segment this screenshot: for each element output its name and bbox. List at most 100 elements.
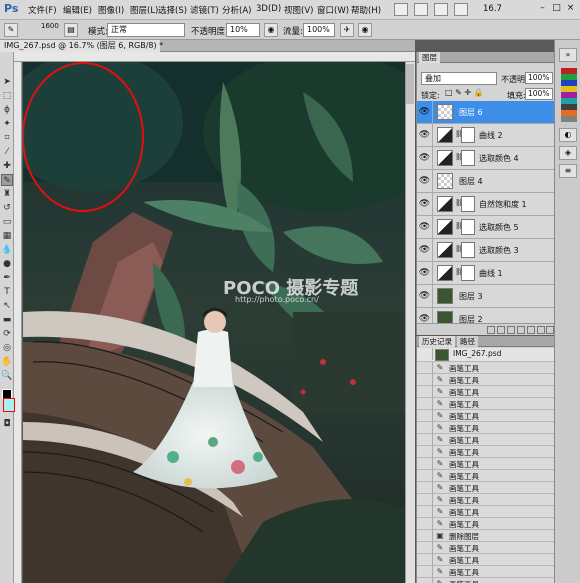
menu-layer[interactable]: 图层(L)	[130, 4, 158, 16]
history-brush-source[interactable]	[417, 554, 433, 566]
visibility-eye-icon[interactable]: 👁	[417, 308, 433, 323]
healing-tool-icon[interactable]: ✚	[1, 160, 13, 172]
quick-mask-icon[interactable]: ◘	[1, 418, 13, 430]
menu-select[interactable]: 选择(S)	[158, 4, 187, 16]
layer-mask-thumbnail[interactable]	[461, 196, 475, 212]
history-item[interactable]: ✎ 画笔工具	[417, 446, 555, 458]
visibility-eye-icon[interactable]: 👁	[417, 239, 433, 262]
tab-history[interactable]: 历史记录	[419, 336, 455, 347]
history-brush-source[interactable]	[417, 542, 433, 554]
history-brush-source[interactable]	[417, 434, 433, 446]
bridge-icon[interactable]	[394, 3, 408, 16]
visibility-eye-icon[interactable]: 👁	[417, 216, 433, 239]
layer-mask-thumbnail[interactable]	[461, 242, 475, 258]
minibridge-icon[interactable]	[414, 3, 428, 16]
layer-row[interactable]: 👁 图层 3	[417, 285, 555, 308]
history-brush-source[interactable]	[417, 398, 433, 410]
crop-tool-icon[interactable]: ⌗	[1, 132, 13, 144]
move-tool-icon[interactable]: ➤	[1, 76, 13, 88]
history-item[interactable]: ▣ 删除图层	[417, 530, 555, 542]
lock-icons[interactable]: □ ✎ ✛ 🔒	[445, 88, 484, 97]
path-select-tool-icon[interactable]: ↖	[1, 300, 13, 312]
type-tool-icon[interactable]: T	[1, 286, 13, 298]
history-snapshot[interactable]: IMG_267.psd	[417, 348, 555, 362]
layer-mask-thumbnail[interactable]	[461, 127, 475, 143]
zoom-level[interactable]: 16.7	[483, 4, 502, 14]
menu-file[interactable]: 文件(F)	[28, 4, 57, 16]
history-brush-source[interactable]	[417, 374, 433, 386]
restore-icon[interactable]: □	[550, 2, 563, 15]
layer-row[interactable]: 👁 ⛓ 自然饱和度 1	[417, 193, 555, 216]
history-item[interactable]: ✎ 画笔工具	[417, 374, 555, 386]
new-layer-icon[interactable]	[537, 326, 545, 334]
menu-analysis[interactable]: 分析(A)	[222, 4, 251, 16]
scrollbar-thumb[interactable]	[406, 64, 414, 104]
layer-opacity-field[interactable]: 100%	[525, 72, 553, 84]
history-brush-source[interactable]	[417, 446, 433, 458]
visibility-eye-icon[interactable]: 👁	[417, 147, 433, 170]
clone-stamp-tool-icon[interactable]: ♜	[1, 188, 13, 200]
swatches-icon[interactable]	[561, 68, 577, 122]
fill-field[interactable]: 100%	[525, 88, 553, 100]
minimize-icon[interactable]: –	[536, 2, 549, 15]
history-brush-source[interactable]	[417, 506, 433, 518]
history-brush-source[interactable]	[417, 348, 433, 360]
visibility-eye-icon[interactable]: 👁	[417, 193, 433, 216]
history-brush-source[interactable]	[417, 482, 433, 494]
history-brush-source[interactable]	[417, 362, 433, 374]
pen-tool-icon[interactable]: ✒	[1, 272, 13, 284]
document-tab[interactable]: IMG_267.psd @ 16.7% (图层 6, RGB/8) *	[0, 40, 163, 52]
flow-field[interactable]: 100%	[303, 23, 335, 37]
menu-3d[interactable]: 3D(D)	[256, 4, 281, 14]
pressure-opacity-icon[interactable]: ◉	[264, 23, 278, 37]
3d-rotate-tool-icon[interactable]: ⟳	[1, 328, 13, 340]
quick-select-tool-icon[interactable]: ✦	[1, 118, 13, 130]
channels-icon[interactable]: ≡	[559, 164, 577, 178]
adjustments-icon[interactable]: ◐	[559, 128, 577, 142]
layer-row[interactable]: 👁 图层 4	[417, 170, 555, 193]
brush-panel-icon[interactable]: ▤	[64, 23, 78, 37]
layer-row[interactable]: 👁 ⛓ 曲线 2	[417, 124, 555, 147]
history-brush-source[interactable]	[417, 458, 433, 470]
history-item[interactable]: ✎ 画笔工具	[417, 422, 555, 434]
dodge-tool-icon[interactable]: ●	[1, 258, 13, 270]
layer-mask-thumbnail[interactable]	[461, 150, 475, 166]
layer-row[interactable]: 👁 ⛓ 选取颜色 4	[417, 147, 555, 170]
new-group-icon[interactable]	[527, 326, 535, 334]
visibility-eye-icon[interactable]: 👁	[417, 285, 433, 308]
history-item[interactable]: ✎ 画笔工具	[417, 470, 555, 482]
link-layers-icon[interactable]	[487, 326, 495, 334]
history-item[interactable]: ✎ 画笔工具	[417, 362, 555, 374]
history-item[interactable]: ✎ 画笔工具	[417, 410, 555, 422]
marquee-tool-icon[interactable]: ⬚	[1, 90, 13, 102]
delete-layer-icon[interactable]	[546, 326, 554, 334]
collapse-dock-icon[interactable]: »	[559, 48, 577, 62]
vertical-scrollbar[interactable]	[405, 62, 415, 583]
menu-edit[interactable]: 编辑(E)	[63, 4, 92, 16]
background-color-swatch[interactable]	[3, 398, 15, 412]
gradient-tool-icon[interactable]: ▦	[1, 230, 13, 242]
document-canvas[interactable]: POCO 摄影专题 http://photo.poco.cn/	[23, 62, 415, 583]
pressure-size-icon[interactable]: ◉	[358, 23, 372, 37]
brush-tool-icon[interactable]: ✎	[4, 23, 18, 37]
visibility-eye-icon[interactable]: 👁	[417, 262, 433, 285]
eraser-tool-icon[interactable]: ▭	[1, 216, 13, 228]
3d-orbit-tool-icon[interactable]: ◎	[1, 342, 13, 354]
history-item[interactable]: ✎ 画笔工具	[417, 458, 555, 470]
history-item[interactable]: ✎ 画笔工具	[417, 566, 555, 578]
history-item[interactable]: ✎ 画笔工具	[417, 494, 555, 506]
history-brush-source[interactable]	[417, 470, 433, 482]
layer-row[interactable]: 👁 ⛓ 曲线 1	[417, 262, 555, 285]
airbrush-icon[interactable]: ✈	[340, 23, 354, 37]
history-brush-tool-icon[interactable]: ↺	[1, 202, 13, 214]
styles-icon[interactable]: ◈	[559, 146, 577, 160]
history-brush-source[interactable]	[417, 566, 433, 578]
tab-layers[interactable]: 图层	[419, 52, 440, 63]
history-item[interactable]: ✎ 画笔工具	[417, 554, 555, 566]
history-brush-source[interactable]	[417, 518, 433, 530]
layer-row[interactable]: 👁 图层 2	[417, 308, 555, 323]
brush-tool-icon[interactable]: ✎	[1, 174, 13, 186]
history-brush-source[interactable]	[417, 494, 433, 506]
layer-row[interactable]: 👁 ⛓ 选取颜色 3	[417, 239, 555, 262]
shape-tool-icon[interactable]: ▬	[1, 314, 13, 326]
